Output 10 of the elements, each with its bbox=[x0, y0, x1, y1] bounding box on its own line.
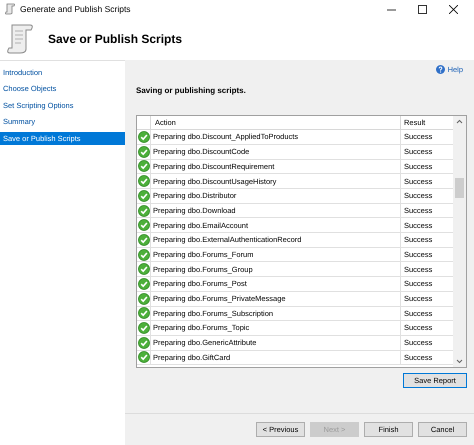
maximize-icon[interactable] bbox=[418, 4, 427, 14]
help-icon[interactable] bbox=[436, 65, 445, 74]
scroll-icon bbox=[4, 3, 16, 15]
scroll-icon bbox=[6, 23, 34, 55]
window-title: Generate and Publish Scripts bbox=[20, 2, 131, 16]
status-text: Saving or publishing scripts. bbox=[136, 85, 247, 98]
close-icon[interactable] bbox=[449, 4, 458, 14]
scrollbar-thumb[interactable] bbox=[455, 178, 464, 198]
page-heading: Save or Publish Scripts bbox=[48, 31, 182, 48]
scrollbar[interactable] bbox=[453, 116, 466, 368]
